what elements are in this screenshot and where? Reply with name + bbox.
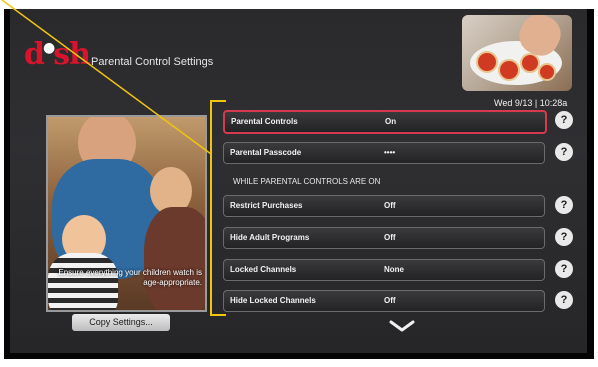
setting-value: On	[385, 117, 397, 126]
setting-value: Off	[384, 233, 396, 242]
setting-label: Hide Locked Channels	[230, 296, 316, 305]
question-icon[interactable]: ?	[555, 196, 573, 214]
dish-logo: d●sh	[24, 37, 91, 72]
question-icon[interactable]: ?	[555, 291, 573, 309]
setting-row-hide-adult-programs[interactable]: Hide Adult Programs Off	[223, 227, 545, 249]
setting-label: Parental Passcode	[230, 148, 302, 157]
clock: Wed 9/13 | 10:28a	[494, 98, 568, 108]
page-title: Parental Control Settings	[91, 56, 214, 68]
setting-label: Restrict Purchases	[230, 201, 303, 210]
setting-value: Off	[384, 201, 396, 210]
question-icon[interactable]: ?	[555, 228, 573, 246]
setting-value: ••••	[384, 148, 396, 157]
setting-value: Off	[384, 296, 396, 305]
setting-value: None	[384, 265, 404, 274]
setting-row-locked-channels[interactable]: Locked Channels None	[223, 259, 545, 281]
question-icon[interactable]: ?	[555, 260, 573, 278]
section-header: WHILE PARENTAL CONTROLS ARE ON	[233, 177, 381, 186]
promo-caption: Ensure everything your children watch is…	[58, 268, 202, 287]
setting-label: Parental Controls	[231, 117, 298, 126]
chevron-down-icon[interactable]	[388, 319, 416, 333]
setting-row-hide-locked-channels[interactable]: Hide Locked Channels Off	[223, 290, 545, 312]
copy-settings-button[interactable]: Copy Settings...	[72, 314, 170, 331]
question-icon[interactable]: ?	[555, 143, 573, 161]
setting-row-parental-passcode[interactable]: Parental Passcode ••••	[223, 142, 545, 164]
setting-row-parental-controls[interactable]: Parental Controls On	[223, 110, 547, 134]
live-tv-thumbnail[interactable]	[462, 15, 572, 91]
setting-label: Locked Channels	[230, 265, 297, 274]
setting-label: Hide Adult Programs	[230, 233, 310, 242]
setting-row-restrict-purchases[interactable]: Restrict Purchases Off	[223, 195, 545, 217]
question-icon[interactable]: ?	[555, 111, 573, 129]
